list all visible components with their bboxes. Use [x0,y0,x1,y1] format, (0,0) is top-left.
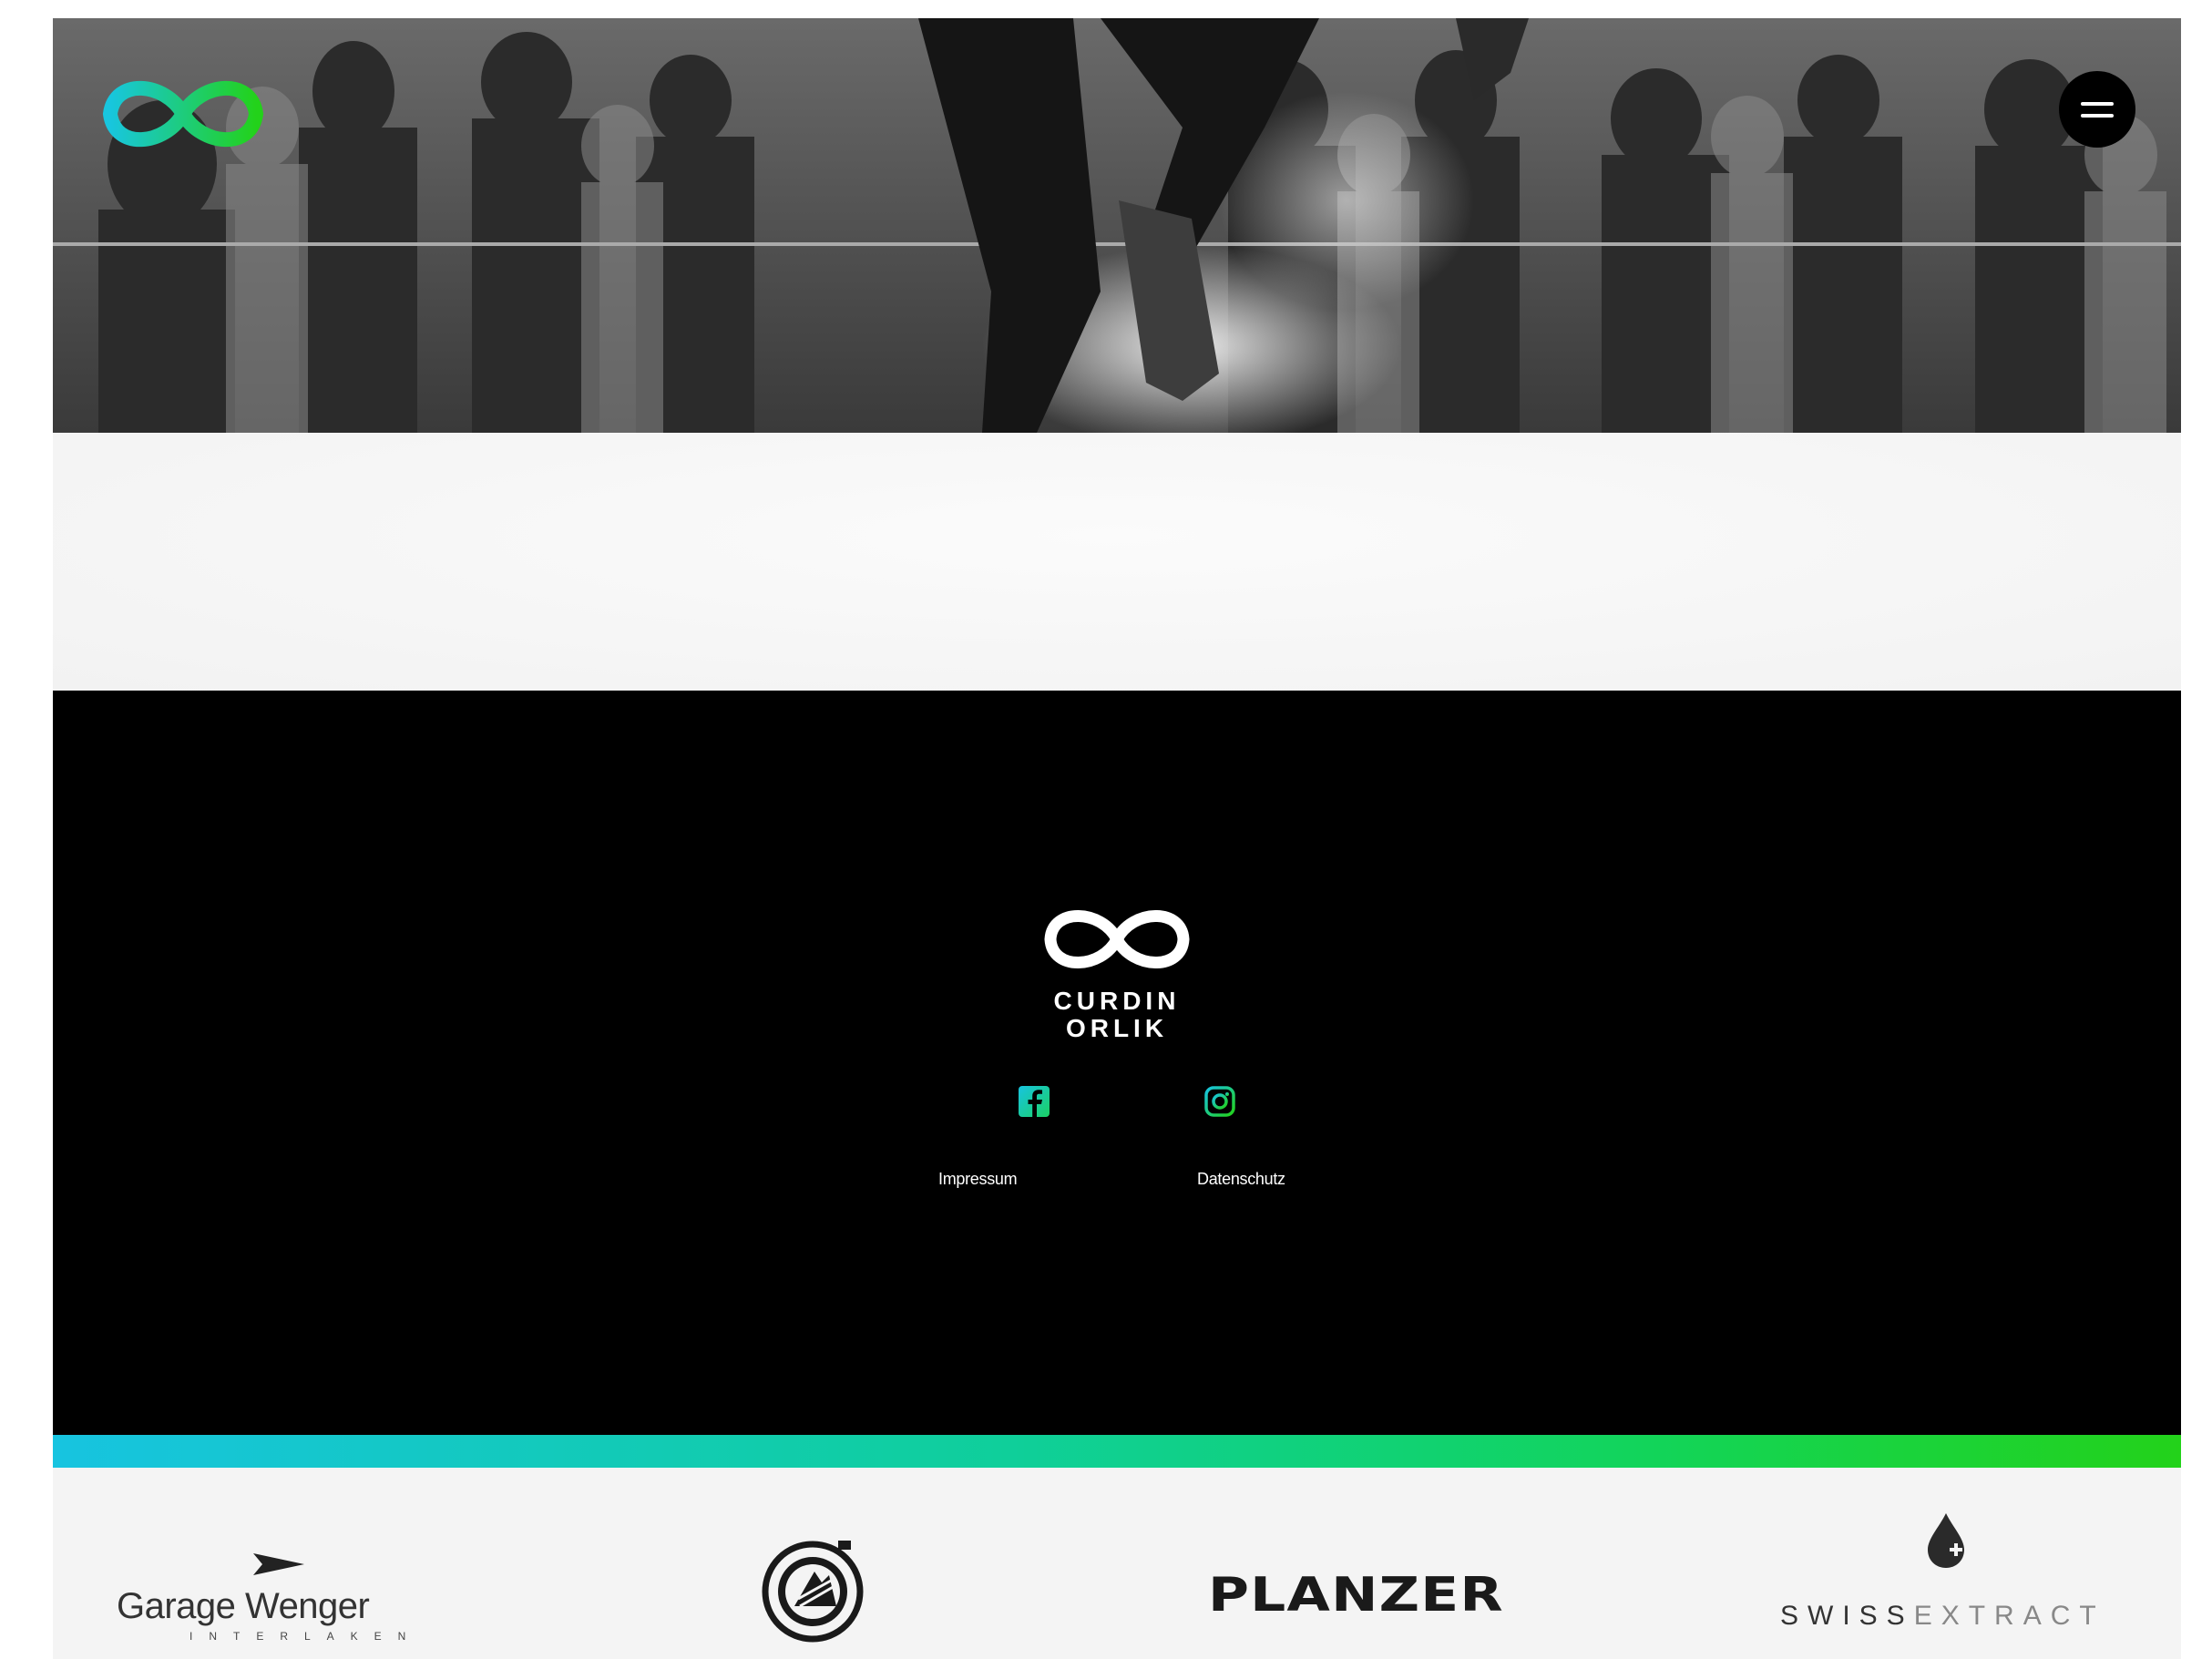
extract-word: EXTRACT [1913,1601,2105,1631]
swiss-word: SWISS [1780,1601,1914,1631]
accent-gradient-bar [53,1435,2181,1468]
footer-brand[interactable]: CURDIN ORLIK [1026,898,1208,1042]
footer: CURDIN ORLIK Impressum Datenschutz [53,691,2181,1435]
content-spacer [53,433,2181,691]
drop-cross-icon [1928,1513,1964,1568]
sponsor-garage-sub: INTERLAKEN [189,1630,423,1643]
sponsor-garage-name: Garage Wenger [117,1586,370,1626]
datenschutz-link[interactable]: Datenschutz [1197,1170,1285,1189]
sponsor-swissextract-name: SWISSEXTRACT [1780,1601,2105,1632]
page: CURDIN ORLIK Impressum Datenschutz Garag… [53,18,2181,1659]
brand-name-line1: CURDIN [1053,987,1181,1015]
mountain-seal-logo-icon[interactable] [758,1535,867,1644]
facebook-icon[interactable] [1017,1084,1051,1119]
infinity-logo-icon [1044,910,1190,968]
hamburger-line [2081,101,2114,106]
hero-image [53,18,2181,433]
brand-name-line2: ORLIK [1065,1014,1169,1042]
sponsor-swissextract[interactable]: SWISSEXTRACT [1780,1513,2096,1650]
instagram-icon[interactable] [1203,1084,1237,1119]
impressum-link[interactable]: Impressum [938,1170,1018,1189]
plane-arrow-icon [253,1553,304,1575]
hero-photo [53,18,2181,433]
sponsor-strip: Garage Wenger INTERLAKEN PLANZER SWISSEX… [53,1468,2181,1659]
infinity-logo-icon[interactable] [97,64,270,164]
sponsor-garage-wenger[interactable]: Garage Wenger INTERLAKEN [117,1550,417,1650]
hamburger-line [2081,113,2114,118]
sponsor-planzer[interactable]: PLANZER [1208,1568,1504,1623]
hamburger-menu-button[interactable] [2059,71,2135,148]
